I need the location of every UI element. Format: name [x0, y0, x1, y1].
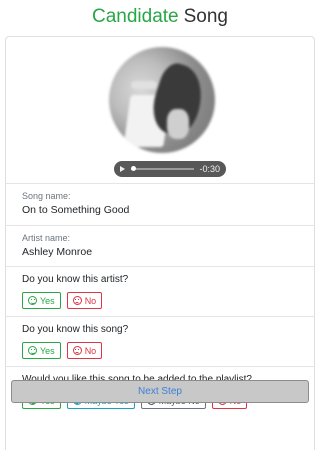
smile-icon — [28, 346, 37, 355]
know-song-buttons: Yes No — [22, 342, 298, 359]
know-artist-row: Do you know this artist? Yes No — [6, 266, 314, 316]
know-song-row: Do you know this song? Yes No — [6, 316, 314, 366]
know-song-yes-button[interactable]: Yes — [22, 342, 61, 359]
seek-bar[interactable] — [131, 166, 195, 171]
page-title-rest: Song — [183, 6, 228, 27]
play-icon[interactable] — [120, 166, 125, 172]
artist-name-label: Artist name: — [22, 233, 71, 243]
album-art-image — [109, 47, 215, 153]
audio-player[interactable]: -0:30 — [114, 161, 226, 177]
artist-name-value: Ashley Monroe — [22, 246, 93, 258]
frown-icon — [72, 296, 82, 305]
know-artist-no-button[interactable]: No — [66, 292, 103, 309]
song-name-row: Song name: On to Something Good — [6, 183, 314, 225]
know-artist-question: Do you know this artist? — [22, 274, 129, 285]
know-artist-buttons: Yes No — [22, 292, 298, 309]
know-artist-yes-button[interactable]: Yes — [22, 292, 61, 309]
page-title-accent: Candidate — [92, 6, 179, 27]
song-name-value: On to Something Good — [22, 204, 130, 216]
artist-name-row: Artist name: Ashley Monroe — [6, 225, 314, 266]
song-name-label: Song name: — [22, 191, 71, 201]
seek-thumb[interactable] — [131, 166, 136, 171]
frown-icon — [72, 346, 82, 355]
smile-icon — [28, 296, 37, 305]
cover-area: -0:30 — [6, 37, 314, 183]
page-title: Candidate Song — [0, 0, 320, 34]
next-step-button[interactable]: Next Step — [11, 380, 309, 403]
know-song-no-button[interactable]: No — [66, 342, 103, 359]
remaining-time: -0:30 — [199, 164, 220, 174]
know-song-question: Do you know this song? — [22, 324, 129, 335]
